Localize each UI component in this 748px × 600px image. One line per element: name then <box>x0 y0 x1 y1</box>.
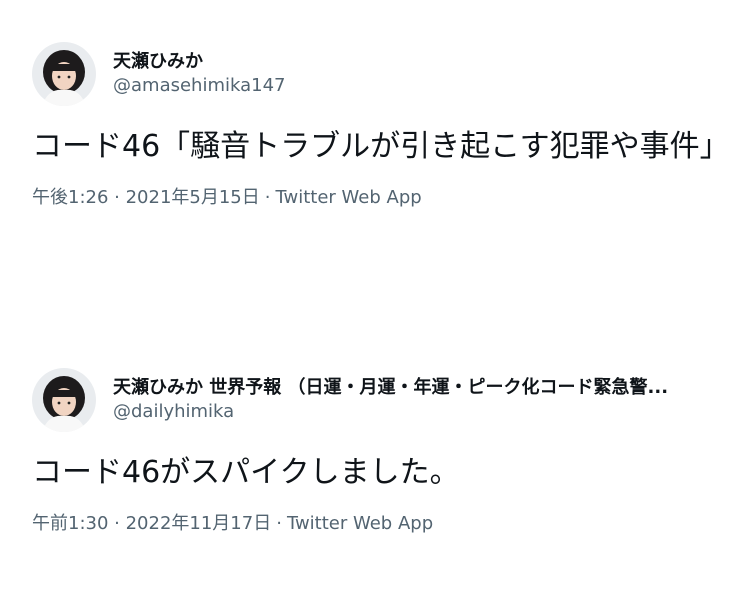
avatar-image <box>32 42 96 106</box>
tweet-timestamp[interactable]: 午後1:26 · 2021年5月15日 <box>32 187 260 208</box>
tweet-header: 天瀬ひみか 世界予報 （日運・月運・年運・ピーク化コード緊急警... @dail… <box>32 368 732 432</box>
tweet-text: コード46「騒音トラブルが引き起こす犯罪や事件」 <box>32 129 730 164</box>
avatar[interactable] <box>32 368 96 432</box>
user-handle[interactable]: @dailyhimika <box>113 400 668 424</box>
tweet-author: 天瀬ひみか @amasehimika147 <box>113 50 286 98</box>
tweet: 天瀬ひみか 世界予報 （日運・月運・年運・ピーク化コード緊急警... @dail… <box>32 368 732 536</box>
tweet-meta: 午前1:30 · 2022年11月17日 · Twitter Web App <box>32 512 732 536</box>
meta-separator: · <box>276 513 282 534</box>
display-name[interactable]: 天瀬ひみか <box>113 50 286 74</box>
tweet-source[interactable]: Twitter Web App <box>276 187 422 208</box>
avatar-image <box>32 368 96 432</box>
meta-separator: · <box>264 187 271 208</box>
tweet-text: コード46がスパイクしました。 <box>32 455 460 490</box>
tweet-meta: 午後1:26 · 2021年5月15日 · Twitter Web App <box>32 186 732 210</box>
tweet: 天瀬ひみか @amasehimika147 コード46「騒音トラブルが引き起こす… <box>32 42 732 210</box>
user-handle[interactable]: @amasehimika147 <box>113 74 286 98</box>
tweet-author: 天瀬ひみか 世界予報 （日運・月運・年運・ピーク化コード緊急警... @dail… <box>113 376 668 424</box>
tweet-timestamp[interactable]: 午前1:30 · 2022年11月17日 <box>32 513 271 534</box>
tweet-header: 天瀬ひみか @amasehimika147 <box>32 42 732 106</box>
tweet-source[interactable]: Twitter Web App <box>287 513 433 534</box>
avatar[interactable] <box>32 42 96 106</box>
display-name[interactable]: 天瀬ひみか 世界予報 （日運・月運・年運・ピーク化コード緊急警... <box>113 376 668 400</box>
